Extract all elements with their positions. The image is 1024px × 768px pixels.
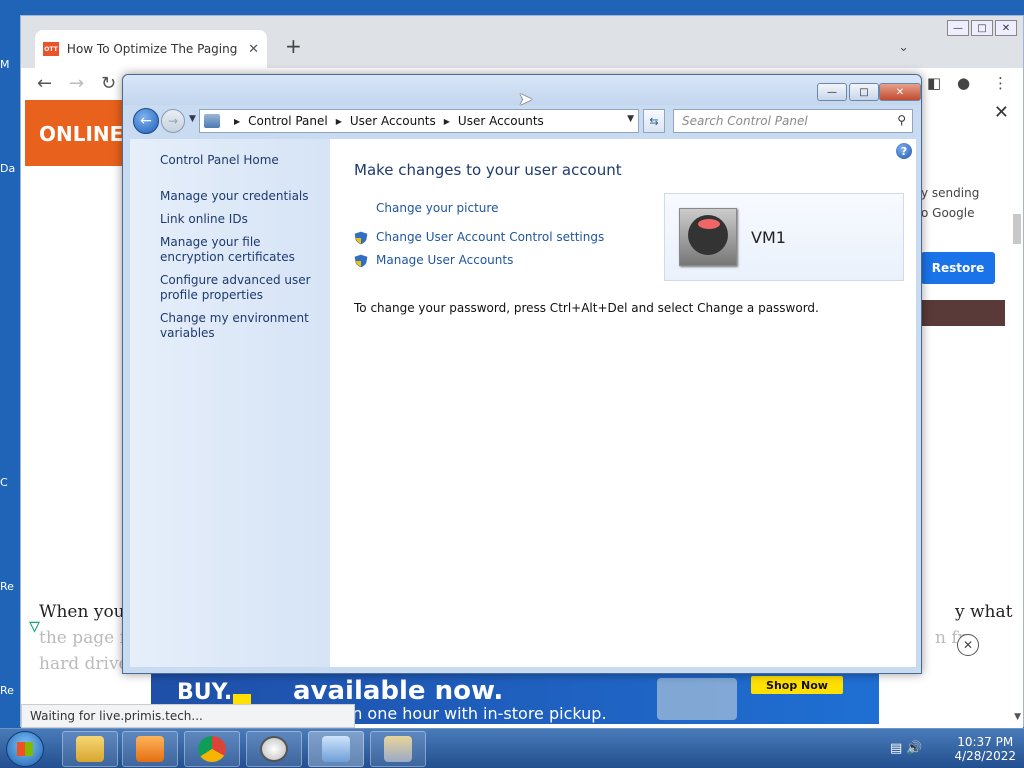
article-text: hard drive	[39, 654, 129, 674]
manage-credentials-link[interactable]: Manage your credentials	[160, 189, 320, 204]
user-accounts-icon[interactable]	[370, 731, 426, 767]
status-bubble: Waiting for live.primis.tech...	[21, 704, 355, 728]
menu-icon[interactable]: ⋮	[993, 74, 1008, 92]
desktop-icon-label: Re	[0, 580, 14, 593]
ad-headline: available now.	[293, 676, 504, 706]
link-online-ids-link[interactable]: Link online IDs	[160, 212, 320, 227]
clock-time: 10:37 PM	[957, 735, 1014, 749]
browser-maximize-button[interactable]: □	[971, 20, 993, 36]
manage-user-accounts-link[interactable]: Manage User Accounts	[376, 253, 513, 267]
refresh-icon[interactable]: ⇆	[643, 109, 665, 133]
site-logo[interactable]: ONLINE	[25, 100, 123, 166]
browser-minimize-button[interactable]: —	[947, 20, 969, 36]
uac-shield-icon	[354, 254, 368, 268]
search-input[interactable]: Search Control Panel ⚲	[673, 109, 913, 133]
tab-close-icon[interactable]: ✕	[248, 42, 259, 57]
forward-arrow-icon[interactable]: →	[69, 73, 84, 94]
desktop-icon-label: Re	[0, 684, 14, 697]
help-icon[interactable]: ?	[896, 143, 912, 159]
cp-minimize-button[interactable]: —	[817, 83, 847, 101]
media-player-icon[interactable]	[122, 731, 178, 767]
desktop-icon-label: M	[0, 58, 10, 71]
search-placeholder: Search Control Panel	[682, 114, 808, 128]
mouse-cursor-icon: ➤	[518, 89, 534, 110]
chrome-icon[interactable]	[184, 731, 240, 767]
breadcrumb-separator-icon[interactable]: ▶	[444, 117, 450, 126]
article-image	[921, 300, 1005, 326]
breadcrumb-separator-icon[interactable]: ▶	[336, 117, 342, 126]
breadcrumb-user-accounts-current[interactable]: User Accounts	[458, 114, 544, 128]
restore-button[interactable]: Restore	[921, 252, 995, 284]
address-dropdown-icon[interactable]: ▼	[627, 114, 634, 124]
windows-logo-icon	[17, 742, 33, 756]
new-tab-button[interactable]: +	[285, 34, 302, 58]
clock[interactable]: 10:37 PM 4/28/2022	[954, 735, 1016, 763]
side-text: y sending	[921, 186, 980, 200]
password-instruction: To change your password, press Ctrl+Alt+…	[354, 301, 819, 315]
control-panel-window: — □ ✕ ← → ▼ ▶ Control Panel ▶ User Accou…	[122, 74, 922, 674]
profile-icon[interactable]: ●	[957, 74, 970, 92]
control-panel-home-link[interactable]: Control Panel Home	[160, 153, 320, 168]
clock-date: 4/28/2022	[954, 749, 1016, 763]
taskbar: ▤ 🔊 10:37 PM 4/28/2022	[0, 728, 1024, 768]
cp-sidebar: Control Panel Home Manage your credentia…	[130, 139, 330, 667]
explorer-icon[interactable]	[62, 731, 118, 767]
article-text: y what	[955, 602, 1013, 622]
user-picture-icon[interactable]	[679, 208, 737, 266]
scrollbar-thumb[interactable]	[1013, 214, 1021, 244]
change-picture-link[interactable]: Change your picture	[376, 201, 498, 215]
clock-gadget-icon[interactable]	[246, 731, 302, 767]
forward-arrow-icon[interactable]: →	[161, 109, 185, 133]
tab-title: How To Optimize The Paging File	[66, 42, 243, 56]
shop-now-button[interactable]: Shop Now	[751, 676, 843, 694]
search-icon[interactable]: ⚲	[897, 113, 906, 127]
ad-product-image	[657, 678, 737, 720]
ad-tag-icon	[233, 694, 251, 704]
account-tile: VM1	[664, 193, 904, 281]
article-text: When your	[39, 602, 133, 622]
advanced-profile-link[interactable]: Configure advanced user profile properti…	[160, 273, 320, 303]
back-arrow-icon[interactable]: ←	[37, 73, 52, 94]
environment-variables-link[interactable]: Change my environment variables	[160, 311, 320, 341]
breadcrumb-control-panel[interactable]: Control Panel	[248, 114, 328, 128]
scroll-down-icon[interactable]: ▼	[1014, 712, 1021, 722]
ad-brand: BUY.	[177, 680, 233, 705]
close-icon[interactable]: ✕	[994, 102, 1009, 123]
cp-maximize-button[interactable]: □	[849, 83, 879, 101]
back-arrow-icon[interactable]: ←	[133, 108, 159, 134]
file-encryption-link[interactable]: Manage your file encryption certificates	[160, 235, 320, 265]
side-text: o Google	[921, 206, 975, 220]
account-name: VM1	[751, 228, 786, 247]
control-panel-icon	[204, 114, 220, 128]
desktop-icon-label: Da	[0, 162, 16, 175]
browser-close-button[interactable]: ✕	[995, 20, 1017, 36]
control-panel-icon[interactable]	[308, 731, 364, 767]
tab-search-icon[interactable]: ⌄	[898, 40, 909, 55]
side-panel-icon[interactable]: ◧	[927, 74, 941, 92]
breadcrumb-separator-icon[interactable]: ▶	[234, 117, 240, 126]
close-ad-icon[interactable]: ✕	[957, 634, 979, 656]
cp-close-button[interactable]: ✕	[879, 83, 921, 101]
site-favicon-icon: OTT	[43, 42, 59, 56]
start-button[interactable]	[6, 731, 44, 767]
browser-titlebar: OTT How To Optimize The Paging File ✕ + …	[21, 16, 1023, 68]
breadcrumb-user-accounts[interactable]: User Accounts	[350, 114, 436, 128]
address-row: ← → ▼ ▶ Control Panel ▶ User Accounts ▶ …	[131, 107, 915, 135]
browser-tab[interactable]: OTT How To Optimize The Paging File ✕	[35, 30, 267, 68]
uac-shield-icon	[354, 231, 368, 245]
recent-pages-dropdown-icon[interactable]: ▼	[189, 114, 196, 124]
network-volume-icon[interactable]: ▤ 🔊	[890, 741, 923, 756]
page-title: Make changes to your user account	[354, 161, 622, 179]
reload-icon[interactable]: ↻	[101, 73, 116, 94]
desktop-icon-label: C	[0, 476, 8, 489]
cp-content: Control Panel Home Manage your credentia…	[130, 139, 916, 667]
address-bar[interactable]: ▶ Control Panel ▶ User Accounts ▶ User A…	[199, 109, 639, 133]
uac-settings-link[interactable]: Change User Account Control settings	[376, 230, 604, 244]
